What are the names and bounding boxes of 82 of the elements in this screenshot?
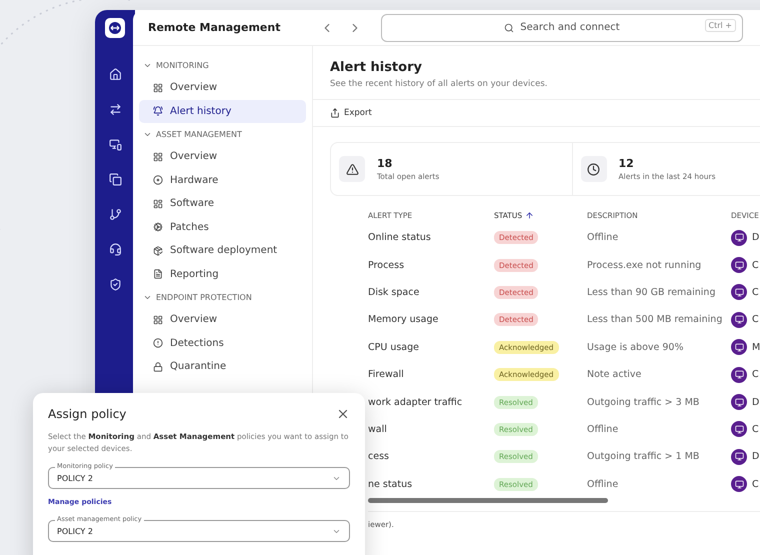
apps-icon [153,198,163,209]
table-cell-text: work adapter traffic [368,396,464,408]
package-icon [153,246,163,256]
monitor-icon [731,284,747,300]
dialog-title: Assign policy [48,407,126,421]
table-cell-text: Less than 90 GB remaining [587,286,716,298]
table-cell-text: Disk space [368,286,420,298]
scrollbar[interactable] [368,498,608,503]
table-cell: C [752,314,759,326]
table-cell-text: ne status [368,478,414,490]
monitor-icon [731,230,747,246]
sidebar-item[interactable]: Reporting [139,262,306,286]
monitor-icon [731,421,747,438]
sidebar-item[interactable]: Detections [139,332,306,355]
table-cell-text: Offline [587,424,620,435]
sidebar-section[interactable]: ENDPOINT PROTECTION [139,286,306,308]
table-cell-text: Offline [587,478,620,490]
sidebar-item[interactable]: Overview [139,308,306,332]
table-cell: C [752,424,759,435]
bell-icon [153,106,163,116]
page-title: Alert history [329,59,423,75]
table-cell-text: Note active [587,369,642,380]
table-cell: D [752,396,760,408]
table-cell-text: Less than 500 MB remaining [587,314,724,326]
table-cell: M [752,342,760,353]
table-cell-text: Process.exe not running [587,260,702,271]
monitor-icon [731,339,747,356]
close-button[interactable] [336,407,350,421]
stat-value: 18 [377,157,394,170]
search-icon [504,22,514,32]
disc-icon [153,175,163,186]
monitor-icon [731,312,747,328]
table-cell-text: Memory usage [368,314,440,326]
table-cell: C [752,286,759,298]
sidebar-item[interactable]: Overview [139,76,306,100]
exclamation-icon [153,338,163,348]
lock-icon [153,362,163,372]
grid-icon [153,314,163,325]
table-cell-text: Usage is above 90% [587,342,684,353]
table-cell: D [752,232,760,244]
table-cell-text: Online status [368,232,432,244]
sidebar-item[interactable]: Alert history [139,100,306,123]
warning-icon [339,156,365,182]
table-cell-text: Firewall [368,369,405,380]
sidebar-item[interactable]: Hardware [139,168,306,192]
clock-icon [580,156,606,182]
table-cell-text: Outgoing traffic > 1 MB [587,451,700,462]
table-cell: C [752,369,759,380]
monitor-icon [731,257,747,274]
app-title: Remote Management [147,21,282,34]
gear-icon [153,222,163,232]
sidebar-item[interactable]: Software deployment [139,239,306,262]
table-cell-text: CPU usage [368,342,420,353]
stat-value: 12 [618,157,635,170]
table-cell: C [752,478,759,490]
export-button[interactable]: Export [330,108,372,118]
sidebar-section[interactable]: ASSET MANAGEMENT [139,123,306,145]
table-cell-text: Process [368,260,406,271]
search-field[interactable]: Search and connect Ctrl + [381,14,743,42]
table-cell-text: wall [368,424,388,435]
sidebar-item[interactable]: Overview [139,145,306,168]
monitor-icon [731,366,747,383]
sidebar-item[interactable]: Patches [139,216,306,239]
sidebar-item[interactable]: Quarantine [139,355,306,378]
page-subtitle: See the recent history of all alerts on your devices. [313,75,760,100]
table-cell-text: Offline [587,232,620,244]
table-cell: C [752,260,759,271]
sidebar-section[interactable]: MONITORING [139,54,306,76]
shortcut-hint: Ctrl + [704,18,736,32]
table-cell-text: Outgoing traffic > 3 MB [587,396,700,408]
document-icon [153,269,163,280]
sort-arrow-icon [525,210,534,220]
monitor-icon [731,448,747,465]
monitor-icon [731,394,747,410]
table-cell: D [752,451,760,462]
table-cell-text: cess [368,451,390,462]
export-icon [330,108,340,118]
logo-icon[interactable] [105,18,125,38]
grid-icon [153,152,163,162]
sidebar-item[interactable]: Software [139,192,306,216]
grid-icon [153,82,163,93]
monitor-icon [731,476,747,492]
